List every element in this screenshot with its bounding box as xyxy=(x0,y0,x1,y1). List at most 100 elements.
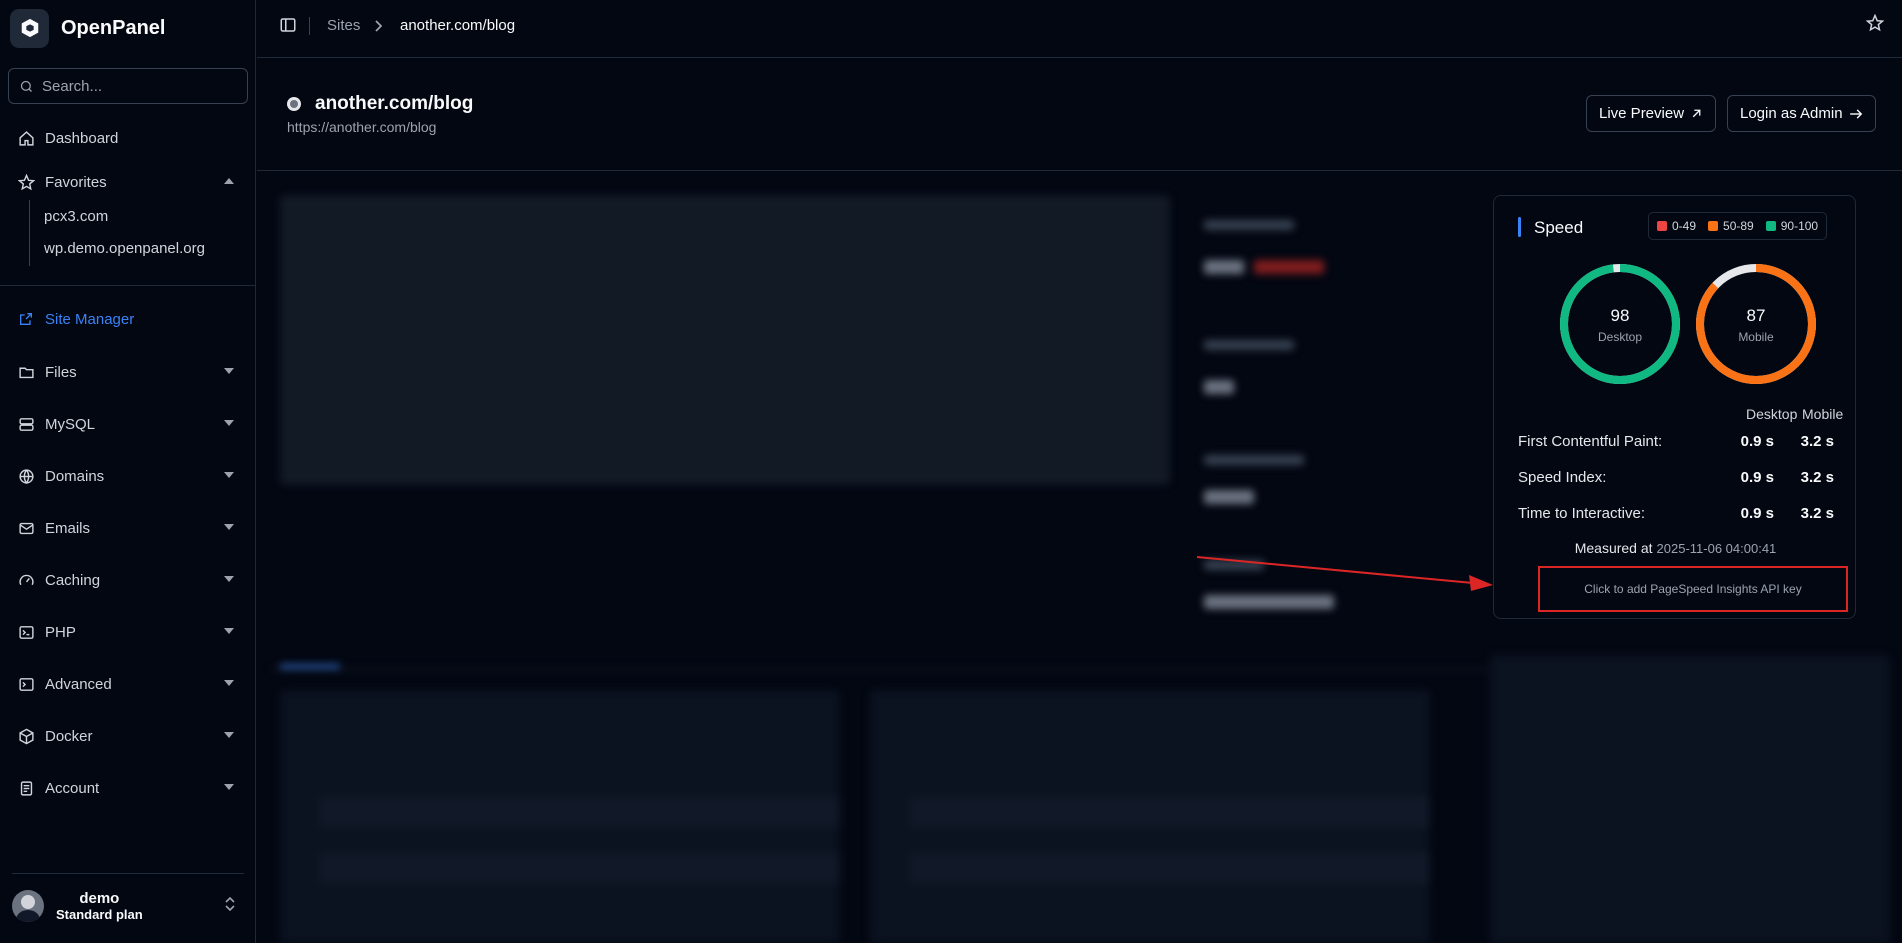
blurred-row xyxy=(320,797,840,827)
breadcrumb-current: another.com/blog xyxy=(400,17,516,34)
sidebar-item-dashboard[interactable]: Dashboard xyxy=(8,120,248,156)
measured-at: Measured at 2025-11-06 04:00:41 xyxy=(1494,540,1857,556)
sidebar-divider xyxy=(0,285,256,286)
favorites-tree-line xyxy=(29,200,30,266)
column-header-desktop: Desktop xyxy=(1746,406,1798,422)
sidebar-item-favorites[interactable]: Favorites xyxy=(8,164,248,200)
sidebar-toggle-icon[interactable] xyxy=(279,16,297,34)
measured-label: Measured at xyxy=(1574,540,1653,556)
mobile-score: 87 xyxy=(1746,306,1766,325)
sidebar-item-label: Site Manager xyxy=(45,310,135,328)
document-icon xyxy=(17,779,35,797)
mobile-label: Mobile xyxy=(1738,330,1774,344)
mobile-score-gauge: 87 Mobile xyxy=(1694,262,1818,386)
search-box[interactable] xyxy=(8,68,248,104)
add-api-key-label: Click to add PageSpeed Insights API key xyxy=(1584,582,1802,596)
legend-label: 90-100 xyxy=(1780,219,1819,233)
metric-mobile-value: 3.2 s xyxy=(1800,469,1834,486)
sidebar-item-emails[interactable]: Emails xyxy=(8,510,248,546)
chevron-down-icon xyxy=(224,472,234,478)
star-favorite-icon[interactable] xyxy=(1866,14,1884,32)
blurred-row xyxy=(910,797,1430,827)
star-icon xyxy=(17,173,35,191)
blurred-bar xyxy=(1204,340,1294,350)
sidebar-item-label: Advanced xyxy=(45,675,112,693)
top-bar: Sites another.com/blog xyxy=(257,0,1902,52)
blurred-bar xyxy=(1204,260,1244,274)
blurred-bar xyxy=(1204,595,1334,609)
blurred-card xyxy=(1490,655,1890,943)
terminal-icon xyxy=(17,623,35,641)
blurred-bar xyxy=(1204,490,1254,504)
database-icon xyxy=(17,415,35,433)
sidebar-item-label: Files xyxy=(45,363,77,381)
blurred-divider xyxy=(270,669,1502,670)
breadcrumb-sites[interactable]: Sites xyxy=(327,17,360,34)
sidebar-item-label: Dashboard xyxy=(45,129,119,147)
brand[interactable]: OpenPanel xyxy=(10,8,165,48)
chevron-down-icon xyxy=(224,628,234,634)
sidebar-item-label: Emails xyxy=(45,519,91,537)
desktop-score: 98 xyxy=(1610,306,1630,325)
desktop-label: Desktop xyxy=(1597,330,1643,344)
add-api-key-button[interactable]: Click to add PageSpeed Insights API key xyxy=(1538,566,1848,612)
search-input[interactable] xyxy=(42,77,242,95)
sidebar-item-domains[interactable]: Domains xyxy=(8,458,248,494)
speed-accent-bar xyxy=(1518,217,1521,237)
app-name: OpenPanel xyxy=(61,16,166,39)
metric-mobile-value: 3.2 s xyxy=(1800,433,1834,450)
metric-desktop-value: 0.9 s xyxy=(1740,505,1774,522)
login-as-admin-button[interactable]: Login as Admin xyxy=(1727,95,1876,132)
legend-swatch-green xyxy=(1765,221,1776,231)
avatar xyxy=(12,889,44,922)
sidebar-item-php[interactable]: PHP xyxy=(8,614,248,650)
sidebar-item-mysql[interactable]: MySQL xyxy=(8,406,248,442)
metric-mobile-value: 3.2 s xyxy=(1800,505,1834,522)
sidebar-item-label: MySQL xyxy=(45,415,96,433)
globe-icon xyxy=(17,467,35,485)
chevron-down-icon xyxy=(224,420,234,426)
blurred-row xyxy=(320,853,840,883)
legend-swatch-red xyxy=(1657,221,1667,231)
metric-name: Speed Index: xyxy=(1518,469,1607,486)
chevron-down-icon xyxy=(224,784,234,790)
box-icon xyxy=(17,727,35,745)
blurred-bar xyxy=(1204,455,1304,465)
blurred-bar xyxy=(1204,220,1294,230)
sidebar-item-files[interactable]: Files xyxy=(8,354,248,390)
metric-row: First Contentful Paint: 0.9 s 3.2 s xyxy=(1518,433,1834,450)
arrow-right-icon xyxy=(1849,108,1862,119)
site-title-text: another.com/blog xyxy=(315,93,474,114)
speed-card: Speed 0-49 50-89 90-100 98 Desktop 87 Mo… xyxy=(1493,195,1856,619)
external-square-icon xyxy=(17,310,35,328)
metric-name: Time to Interactive: xyxy=(1518,505,1645,522)
desktop-score-gauge: 98 Desktop xyxy=(1558,262,1682,386)
speed-legend: 0-49 50-89 90-100 xyxy=(1648,212,1828,240)
site-url: https://another.com/blog xyxy=(287,119,437,135)
blurred-row xyxy=(910,853,1430,883)
favorite-item[interactable]: pcx3.com xyxy=(44,208,108,225)
topbar-divider xyxy=(257,57,1902,58)
sidebar-item-docker[interactable]: Docker xyxy=(8,718,248,754)
arrow-up-right-icon xyxy=(1692,109,1701,118)
live-preview-button[interactable]: Live Preview xyxy=(1586,95,1717,132)
home-icon xyxy=(17,129,35,147)
user-plan: Standard plan xyxy=(56,906,143,922)
sidebar-item-caching[interactable]: Caching xyxy=(8,562,248,598)
speed-title: Speed xyxy=(1534,218,1584,237)
chevron-right-icon xyxy=(375,20,382,32)
favorite-item[interactable]: wp.demo.openpanel.org xyxy=(44,240,205,257)
sidebar-item-advanced[interactable]: Advanced xyxy=(8,666,248,702)
legend-swatch-orange xyxy=(1708,221,1719,231)
terminal-box-icon xyxy=(17,675,35,693)
chevron-down-icon xyxy=(224,576,234,582)
metric-row: Time to Interactive: 0.9 s 3.2 s xyxy=(1518,505,1834,522)
metric-row: Speed Index: 0.9 s 3.2 s xyxy=(1518,469,1834,486)
sidebar-item-site-manager[interactable]: Site Manager xyxy=(8,301,248,337)
column-header-mobile: Mobile xyxy=(1802,406,1844,422)
login-as-admin-label: Login as Admin xyxy=(1740,105,1843,122)
sidebar-item-account[interactable]: Account xyxy=(8,770,248,806)
user-menu[interactable]: demo Standard plan xyxy=(12,873,244,927)
chevron-down-icon xyxy=(224,680,234,686)
sidebar-item-label: Account xyxy=(45,779,100,797)
